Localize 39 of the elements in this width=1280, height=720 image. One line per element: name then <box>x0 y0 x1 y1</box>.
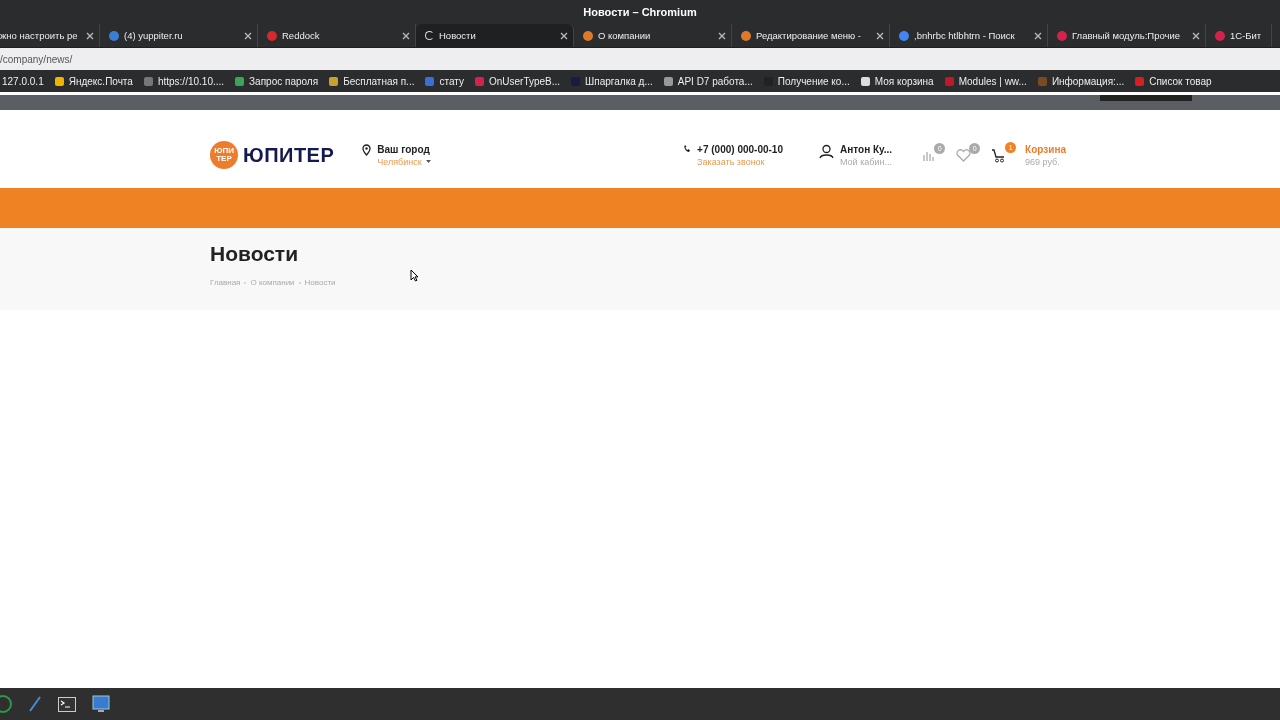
caret-icon[interactable] <box>425 160 431 163</box>
user-name[interactable]: Антон Ку... <box>840 143 893 155</box>
bookmark[interactable]: Список товар <box>1135 75 1212 87</box>
mouse-cursor-icon <box>410 269 419 282</box>
phone-icon <box>683 143 692 153</box>
close-icon[interactable] <box>402 31 410 40</box>
phone-number[interactable]: +7 (000) 000-00-10 <box>697 143 783 155</box>
cart-total: 969 руб. <box>1025 156 1061 167</box>
close-icon[interactable] <box>244 31 252 40</box>
pen-icon[interactable] <box>28 696 42 712</box>
location-pin-icon <box>362 143 372 156</box>
page-title: Новости <box>210 242 300 266</box>
close-icon[interactable] <box>718 31 726 40</box>
bookmark[interactable]: https://10.10.... <box>143 75 225 87</box>
monitor-icon[interactable] <box>92 695 110 713</box>
bookmark[interactable]: OnUserTypeB... <box>474 75 561 87</box>
bookmark[interactable]: API D7 работа... <box>663 75 753 87</box>
window-title: Новости – Chromium <box>583 6 697 18</box>
bookmark[interactable]: 127.0.0.1 <box>2 75 44 87</box>
close-icon[interactable] <box>1034 31 1042 40</box>
close-icon[interactable] <box>1192 31 1200 40</box>
bookmark[interactable]: Моя корзина <box>860 75 934 87</box>
bookmark[interactable]: Modules | ww... <box>944 75 1027 87</box>
bookmark[interactable]: Шпаргалка д... <box>571 75 653 87</box>
bookmark[interactable]: Яндекс.Почта <box>54 75 133 87</box>
browser-tab[interactable]: Новости <box>416 24 574 47</box>
city-label: Ваш город <box>377 143 431 155</box>
logo-text[interactable]: ЮПИТЕР <box>243 143 335 167</box>
user-icon <box>819 143 834 159</box>
address-bar[interactable]: /company/news/ <box>0 47 1280 70</box>
close-icon[interactable] <box>876 31 884 40</box>
bookmark[interactable]: Запрос пароля <box>235 75 319 87</box>
close-icon[interactable] <box>86 31 94 40</box>
bookmark[interactable]: Бесплатная п... <box>329 75 415 87</box>
terminal-icon[interactable] <box>58 696 76 712</box>
close-icon[interactable] <box>560 31 568 40</box>
bookmark[interactable]: стату <box>425 75 464 87</box>
bookmark[interactable]: Информация:... <box>1037 75 1125 87</box>
bookmark[interactable]: Получение ко... <box>763 75 850 87</box>
